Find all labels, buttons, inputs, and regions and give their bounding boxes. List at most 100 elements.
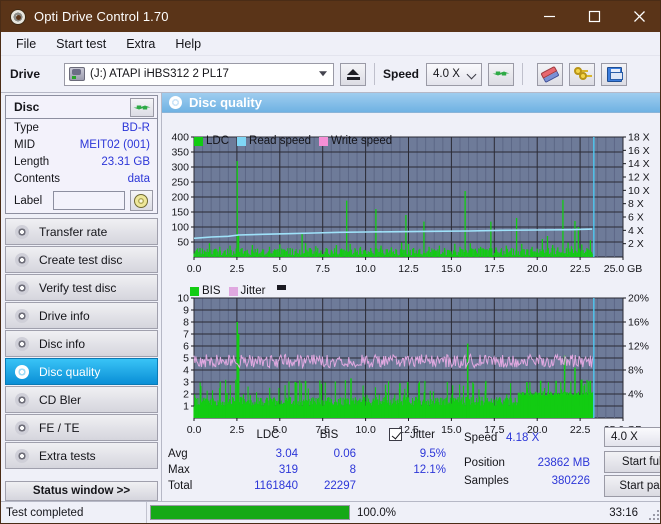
chevron-down-icon (466, 69, 477, 79)
sidebar-item-create-test-disc[interactable]: Create test disc (5, 246, 158, 273)
legend-ldc-chart: LDC Read speed Write speed (194, 135, 400, 147)
disc-drive-icon (14, 308, 30, 324)
eject-button[interactable] (340, 62, 366, 86)
drive-select-value: (J:) ATAPI iHBS312 2 PL17 (90, 68, 229, 80)
start-part-button[interactable]: Start part (604, 475, 660, 497)
drive-select[interactable]: (J:) ATAPI iHBS312 2 PL17 (64, 62, 334, 86)
disc-label-input[interactable] (52, 191, 125, 210)
sidebar-item-drive-info[interactable]: Drive info (5, 302, 158, 329)
stats-total-bis: 22297 (324, 480, 356, 492)
svg-text:10: 10 (177, 293, 189, 305)
menu-help[interactable]: Help (166, 35, 210, 53)
legend-swatch-write-speed (319, 136, 329, 146)
refresh-button[interactable] (488, 62, 515, 86)
svg-text:8 X: 8 X (628, 198, 644, 210)
sidebar-item-disc-info[interactable]: Disc info (5, 330, 158, 357)
jitter-checkbox[interactable] (389, 428, 402, 441)
disc-key-length: Length (14, 156, 50, 168)
sidebar-label: FE / TE (39, 420, 80, 435)
disc-row-mid: MID MEIT02 (001) (6, 137, 157, 153)
position-value: 23862 MB (537, 457, 590, 469)
progress-cell: 100.0% 33:16 (146, 502, 660, 523)
svg-text:15.0: 15.0 (441, 263, 462, 275)
disc-refresh-button[interactable] (130, 98, 154, 117)
status-window-button[interactable]: Status window >> (5, 481, 158, 501)
sidebar-label: Disc info (39, 336, 86, 351)
title-bar: Opti Drive Control 1.70 (1, 1, 660, 32)
svg-text:1: 1 (183, 401, 189, 413)
svg-text:350: 350 (171, 147, 189, 159)
keys-button[interactable] (569, 62, 596, 86)
svg-text:0.0: 0.0 (187, 263, 202, 275)
sidebar-label: Drive info (39, 308, 90, 323)
svg-text:4 X: 4 X (628, 225, 644, 237)
disc-row-length: Length 23.31 GB (6, 154, 157, 170)
drag-handle[interactable] (277, 285, 287, 290)
svg-text:20%: 20% (628, 293, 649, 305)
disc-value-contents: data (127, 173, 150, 185)
svg-text:16 X: 16 X (628, 145, 650, 157)
disc-fete-icon (14, 420, 30, 436)
save-button[interactable] (601, 62, 628, 86)
window-controls (527, 1, 660, 32)
start-full-button[interactable]: Start full (604, 451, 660, 473)
disc-value-length: 23.31 GB (101, 156, 150, 168)
svg-text:4: 4 (183, 365, 189, 377)
minimize-icon[interactable] (527, 1, 572, 32)
app-window: Opti Drive Control 1.70 File Start test … (0, 0, 661, 524)
sidebar-item-extra-tests[interactable]: Extra tests (5, 442, 158, 469)
test-speed-value: 4.0 X (611, 431, 638, 443)
speed-select[interactable]: 4.0 X (426, 62, 483, 86)
app-disc-icon (10, 8, 26, 25)
svg-text:8: 8 (183, 317, 189, 329)
disc-label-apply-button[interactable] (129, 190, 153, 211)
svg-text:12.5: 12.5 (398, 263, 419, 275)
sidebar-item-cd-bler[interactable]: CD Bler (5, 386, 158, 413)
svg-text:10.0: 10.0 (355, 263, 376, 275)
resize-grip[interactable] (647, 508, 659, 520)
bis-jitter-chart: 123456789104%8%12%16%20%0.0 2.5 5.0 7.5 10.0… (177, 293, 649, 437)
svg-text:7.5: 7.5 (315, 263, 330, 275)
status-bar: Test completed 100.0% 33:16 (1, 501, 660, 523)
menu-extra[interactable]: Extra (117, 35, 164, 53)
samples-value: 380226 (551, 475, 590, 487)
disc-row-type: Type BD-R (6, 120, 157, 136)
disc-quality-icon (169, 96, 182, 109)
svg-text:250: 250 (171, 177, 189, 189)
erase-button[interactable] (537, 62, 564, 86)
drive-icon (69, 67, 85, 81)
sidebar-item-fe-te[interactable]: FE / TE (5, 414, 158, 441)
svg-text:18 X: 18 X (628, 132, 650, 144)
test-speed-select[interactable]: 4.0 X (604, 427, 660, 447)
stats-row-label-max: Max (168, 464, 190, 476)
sidebar-item-verify-test-disc[interactable]: Verify test disc (5, 274, 158, 301)
svg-text:100: 100 (171, 222, 189, 234)
disc-value-mid: MEIT02 (001) (79, 139, 150, 151)
legend-swatch-jitter (228, 286, 238, 296)
svg-text:4%: 4% (628, 389, 643, 401)
stats-max-jitter: 12.1% (413, 464, 446, 476)
samples-label: Samples (464, 475, 509, 487)
disc-box-title: Disc (14, 100, 40, 114)
disc-value-type: BD-R (121, 122, 150, 134)
disc-label-row: Label (6, 190, 157, 211)
stats-row-label-total: Total (168, 480, 193, 492)
refresh-icon (135, 101, 150, 115)
svg-text:7: 7 (183, 329, 189, 341)
close-icon[interactable] (617, 1, 660, 32)
menu-start-test[interactable]: Start test (47, 35, 115, 53)
speed-stat-label: Speed (464, 432, 498, 444)
sidebar-item-transfer-rate[interactable]: Transfer rate (5, 218, 158, 245)
legend-swatch-read-speed (237, 136, 247, 146)
disc-bler-icon (14, 392, 30, 408)
ldc-read-speed-chart: 501001502002503003504002 X4 X6 X8 X10 X1… (171, 132, 650, 276)
maximize-icon[interactable] (572, 1, 617, 32)
stats-panel: LDC BIS Avg 3.04 0.06 Max 319 8 Total 11… (162, 423, 660, 501)
disc-info-icon (14, 336, 30, 352)
sidebar-label: Disc quality (39, 364, 101, 379)
position-label: Position (464, 457, 505, 469)
menu-file[interactable]: File (7, 35, 45, 53)
panel-header: Disc quality (162, 93, 660, 113)
svg-text:6 X: 6 X (628, 212, 644, 224)
sidebar-item-disc-quality[interactable]: Disc quality (5, 358, 158, 385)
